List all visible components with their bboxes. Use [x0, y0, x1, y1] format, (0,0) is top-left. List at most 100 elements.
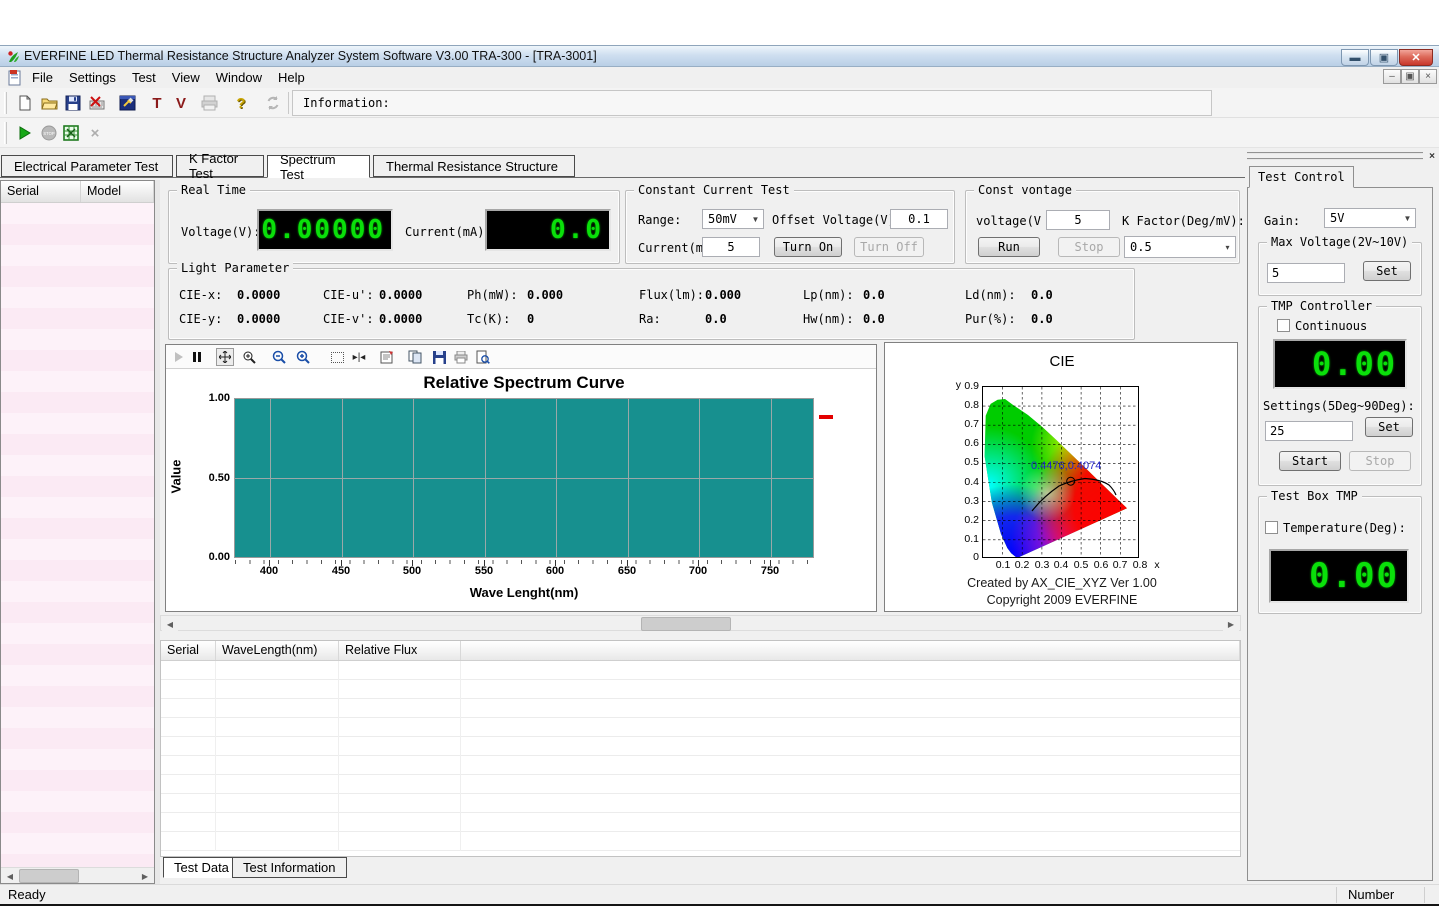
device-list-hscrollbar[interactable]: ◀ ▶	[1, 867, 154, 883]
delete-config-icon[interactable]	[86, 92, 108, 114]
table-row[interactable]	[161, 699, 1240, 718]
table-row[interactable]	[161, 794, 1240, 813]
tmp-set-button[interactable]: Set	[1365, 417, 1413, 437]
column-wavelength[interactable]: WaveLength(nm)	[216, 641, 339, 660]
scroll-left-icon[interactable]: ◀	[162, 617, 178, 631]
tmp-settings-input[interactable]	[1265, 421, 1353, 441]
cc-current-input[interactable]	[702, 237, 760, 257]
cie-x-tick: 0.4	[1054, 559, 1069, 571]
table-row[interactable]	[161, 718, 1240, 737]
chart-pan-icon[interactable]	[216, 348, 234, 366]
column-serial[interactable]: Serial	[161, 641, 216, 660]
toolbar-grip[interactable]	[4, 92, 7, 114]
tab-k-factor-test[interactable]: K Factor Test	[176, 155, 264, 177]
table-row[interactable]	[161, 737, 1240, 756]
cv-voltage-input[interactable]	[1046, 210, 1110, 230]
export-excel-icon[interactable]	[60, 122, 82, 144]
spectrum-plot-area[interactable]	[234, 398, 814, 558]
print-chart-icon[interactable]	[452, 348, 470, 366]
open-file-icon[interactable]	[38, 92, 60, 114]
tab-electrical-parameter-test[interactable]: Electrical Parameter Test	[1, 155, 173, 177]
turn-off-button[interactable]: Turn Off	[854, 237, 924, 257]
stop-button[interactable]: Stop	[1058, 237, 1120, 257]
refresh-icon[interactable]	[262, 92, 284, 114]
close-button[interactable]: ✕	[1399, 49, 1433, 66]
offset-voltage-input[interactable]	[890, 209, 948, 229]
tab-spectrum-test[interactable]: Spectrum Test	[267, 155, 370, 178]
menu-view[interactable]: View	[164, 68, 208, 87]
restore-button[interactable]: ▣	[1370, 49, 1398, 66]
column-serial[interactable]: Serial	[1, 181, 81, 202]
scroll-left-icon[interactable]: ◀	[2, 869, 18, 883]
workspace: Electrical Parameter Test K Factor Test …	[0, 148, 1439, 884]
table-row[interactable]	[161, 832, 1240, 851]
tab-test-information[interactable]: Test Information	[232, 857, 347, 878]
table-row[interactable]	[161, 775, 1240, 794]
continuous-checkbox[interactable]	[1277, 319, 1290, 332]
test-control-tab[interactable]: Test Control	[1249, 166, 1354, 188]
chart-pause-icon[interactable]	[188, 348, 206, 366]
mdi-close-button[interactable]: ×	[1419, 69, 1437, 84]
save-chart-icon[interactable]	[430, 348, 448, 366]
help-icon[interactable]: ?	[230, 92, 252, 114]
save-icon[interactable]	[62, 92, 84, 114]
scroll-right-icon[interactable]: ▶	[137, 869, 153, 883]
temperature-test-icon[interactable]: T	[146, 92, 168, 114]
tab-test-data[interactable]: Test Data	[163, 857, 240, 878]
cie-credit-line2: Copyright 2009 EVERFINE	[885, 593, 1239, 607]
device-list-panel: Serial Model ◀ ▶	[0, 180, 155, 884]
continuous-label: Continuous	[1295, 319, 1367, 333]
main-hscrollbar[interactable]: ◀ ▶	[160, 615, 1241, 631]
tmp-start-button[interactable]: Start	[1279, 451, 1341, 471]
cancel-icon[interactable]: ×	[84, 122, 106, 144]
new-file-icon[interactable]	[14, 92, 36, 114]
table-row[interactable]	[161, 813, 1240, 832]
menu-file[interactable]: File	[24, 68, 61, 87]
chart-properties-icon[interactable]	[378, 348, 396, 366]
column-relative-flux[interactable]: Relative Flux	[339, 641, 461, 660]
fit-width-icon[interactable]: ▸|◂	[350, 348, 368, 366]
range-combo[interactable]: 50mV ▼	[702, 209, 764, 229]
panel-grip[interactable]	[1247, 152, 1423, 160]
toolbar-grip-2[interactable]	[4, 122, 7, 144]
minimize-button[interactable]: ▬	[1341, 49, 1369, 66]
max-voltage-set-button[interactable]: Set	[1363, 261, 1411, 281]
gain-combo[interactable]: 5V ▼	[1324, 208, 1416, 228]
menu-test[interactable]: Test	[124, 68, 164, 87]
scroll-right-icon[interactable]: ▶	[1223, 617, 1239, 631]
panel-close-icon[interactable]: ×	[1425, 150, 1439, 163]
select-region-icon[interactable]	[328, 348, 346, 366]
menu-settings[interactable]: Settings	[61, 68, 124, 87]
tool-window-icon[interactable]	[116, 92, 138, 114]
menu-help[interactable]: Help	[270, 68, 313, 87]
k-factor-combo[interactable]: 0.5 ▾	[1124, 236, 1236, 258]
chart-play-icon[interactable]	[170, 348, 188, 366]
scroll-thumb[interactable]	[19, 869, 79, 883]
print-preview-icon[interactable]	[474, 348, 492, 366]
start-test-icon[interactable]	[14, 122, 36, 144]
table-row[interactable]	[161, 661, 1240, 680]
copy-chart-icon[interactable]	[406, 348, 424, 366]
scroll-thumb[interactable]	[641, 617, 731, 631]
temperature-label: Temperature(Deg):	[1283, 521, 1406, 535]
run-button[interactable]: Run	[978, 237, 1040, 257]
print-icon[interactable]	[198, 92, 220, 114]
column-model[interactable]: Model	[81, 181, 154, 202]
device-list-body[interactable]	[1, 203, 154, 867]
temperature-checkbox[interactable]	[1265, 521, 1278, 534]
max-voltage-input[interactable]	[1267, 263, 1345, 283]
menu-window[interactable]: Window	[208, 68, 270, 87]
zoom-in-icon[interactable]	[294, 348, 312, 366]
range-label: Range:	[638, 213, 681, 227]
tab-thermal-resistance-structure[interactable]: Thermal Resistance Structure	[373, 155, 575, 177]
table-row[interactable]	[161, 756, 1240, 775]
voltage-test-icon[interactable]: V	[170, 92, 192, 114]
tmp-stop-button[interactable]: Stop	[1349, 451, 1411, 471]
chart-zoom-track-icon[interactable]	[240, 348, 258, 366]
stop-test-icon[interactable]: STOP	[38, 122, 60, 144]
mdi-restore-button[interactable]: ▣	[1401, 69, 1419, 84]
turn-on-button[interactable]: Turn On	[774, 237, 842, 257]
table-row[interactable]	[161, 680, 1240, 699]
mdi-minimize-button[interactable]: –	[1383, 69, 1401, 84]
zoom-out-icon[interactable]	[270, 348, 288, 366]
